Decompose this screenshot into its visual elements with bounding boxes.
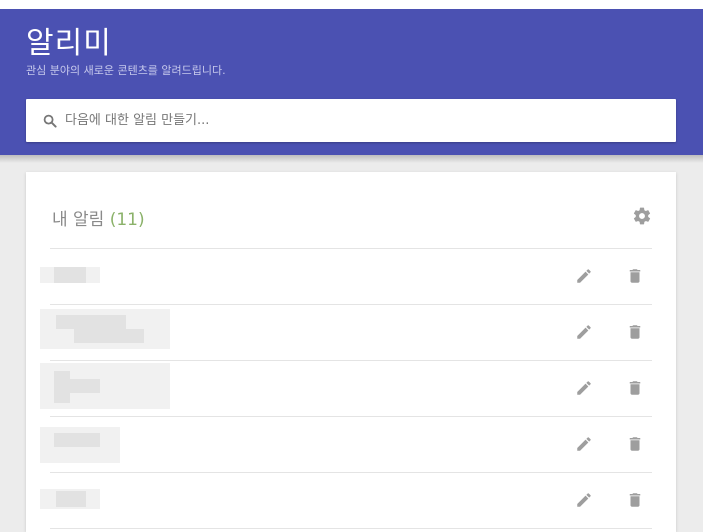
search-input[interactable] xyxy=(65,105,655,136)
edit-button[interactable] xyxy=(575,323,593,341)
redacted-text xyxy=(74,329,144,343)
row-actions xyxy=(572,417,652,473)
row-actions xyxy=(572,305,652,361)
alert-row[interactable] xyxy=(40,473,652,529)
redacted-text xyxy=(56,491,86,507)
alerts-count: (11) xyxy=(109,210,145,230)
trash-icon xyxy=(629,325,641,339)
alert-row[interactable] xyxy=(40,361,652,417)
app-subtitle: 관심 분야의 새로운 콘텐츠를 알려드립니다. xyxy=(26,64,226,77)
app-header: 알리미 관심 분야의 새로운 콘텐츠를 알려드립니다. xyxy=(0,9,703,155)
row-actions xyxy=(572,249,652,305)
row-actions xyxy=(572,361,652,417)
trash-icon xyxy=(629,269,641,283)
pencil-icon xyxy=(577,437,591,451)
header-shadow xyxy=(0,155,703,163)
trash-icon xyxy=(629,437,641,451)
settings-button[interactable] xyxy=(632,206,652,226)
alerts-card-header: 내 알림 (11) xyxy=(50,172,652,249)
delete-button[interactable] xyxy=(626,323,644,341)
edit-button[interactable] xyxy=(575,435,593,453)
delete-button[interactable] xyxy=(626,379,644,397)
pencil-icon xyxy=(577,269,591,283)
edit-button[interactable] xyxy=(575,491,593,509)
alerts-card: 내 알림 (11) xyxy=(26,172,676,532)
redacted-text xyxy=(54,433,100,447)
trash-icon xyxy=(629,493,641,507)
alerts-card-title: 내 알림 (11) xyxy=(52,205,145,230)
edit-button[interactable] xyxy=(575,267,593,285)
pencil-icon xyxy=(577,493,591,507)
redacted-text xyxy=(54,267,86,283)
alerts-title-label: 내 알림 xyxy=(52,210,105,230)
delete-button[interactable] xyxy=(626,267,644,285)
app-title: 알리미 xyxy=(26,26,112,61)
alert-row[interactable] xyxy=(40,417,652,473)
trash-icon xyxy=(629,381,641,395)
alert-row[interactable] xyxy=(40,305,652,361)
alert-row[interactable] xyxy=(40,249,652,305)
edit-button[interactable] xyxy=(575,379,593,397)
redacted-text xyxy=(54,371,70,403)
pencil-icon xyxy=(577,381,591,395)
top-strip xyxy=(0,0,703,9)
row-actions xyxy=(572,473,652,529)
redacted-text xyxy=(56,315,126,329)
pencil-icon xyxy=(577,325,591,339)
search-box[interactable] xyxy=(26,99,676,142)
search-icon xyxy=(43,113,59,129)
delete-button[interactable] xyxy=(626,491,644,509)
redacted-text xyxy=(70,379,100,393)
delete-button[interactable] xyxy=(626,435,644,453)
gear-icon xyxy=(633,207,651,225)
